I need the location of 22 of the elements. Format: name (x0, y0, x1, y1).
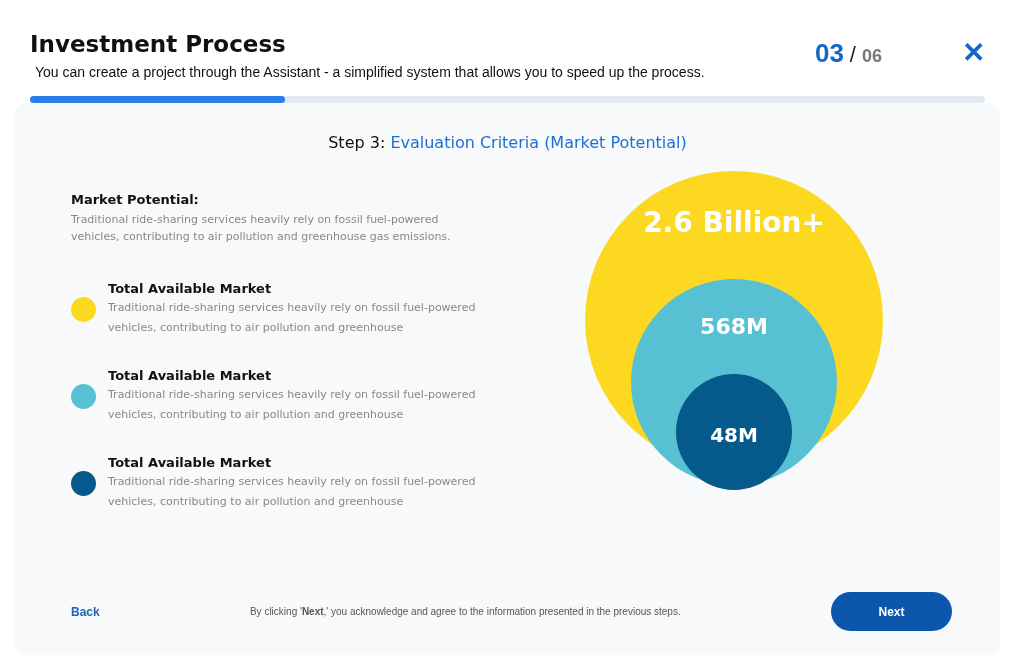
market-title: Total Available Market (108, 368, 273, 383)
close-button[interactable]: ✕ (962, 36, 985, 69)
step-total: 06 (861, 46, 882, 67)
step-separator: / (849, 42, 856, 68)
market-description: Traditional ride-sharing services heavily rely on fossil fuel-powered vehicles, contributing to air pollution and greenhouse (108, 474, 477, 510)
next-button[interactable]: Next (831, 592, 952, 631)
section-description: Traditional ride-sharing services heavily rely on fossil fuel-powered vehicles, contributing to air pollution and greenhouse gas emissions. (71, 212, 452, 245)
subtitle: You can create a project through the Assistant - a simplified system that allows you to speed up the process. (35, 64, 706, 80)
step-title: Evaluation Criteria (Market Potential) (390, 133, 687, 152)
market-figure: 2.6 Billion+ (643, 206, 825, 239)
market-description: Traditional ride-sharing services heavily rely on fossil fuel-powered vehicles, contributing to air pollution and greenhouse (108, 387, 477, 423)
step-label: Step 3: (328, 133, 386, 152)
back-link[interactable]: Back (71, 604, 100, 619)
section-title: Market Potential: (71, 192, 200, 207)
market-title: Total Available Market (108, 455, 273, 470)
window-title: Investment Process (30, 30, 287, 58)
step-current: 03 (814, 38, 844, 69)
consent-note: By clicking 'Next,' you acknowledge and agree to the information presented in the previous steps. (248, 606, 682, 617)
market-figure: 48M (710, 423, 758, 447)
market-title: Total Available Market (108, 281, 273, 296)
market-figure: 568M (700, 314, 768, 339)
market-description: Traditional ride-sharing services heavily rely on fossil fuel-powered vehicles, contributing to air pollution and greenhouse (108, 300, 477, 336)
